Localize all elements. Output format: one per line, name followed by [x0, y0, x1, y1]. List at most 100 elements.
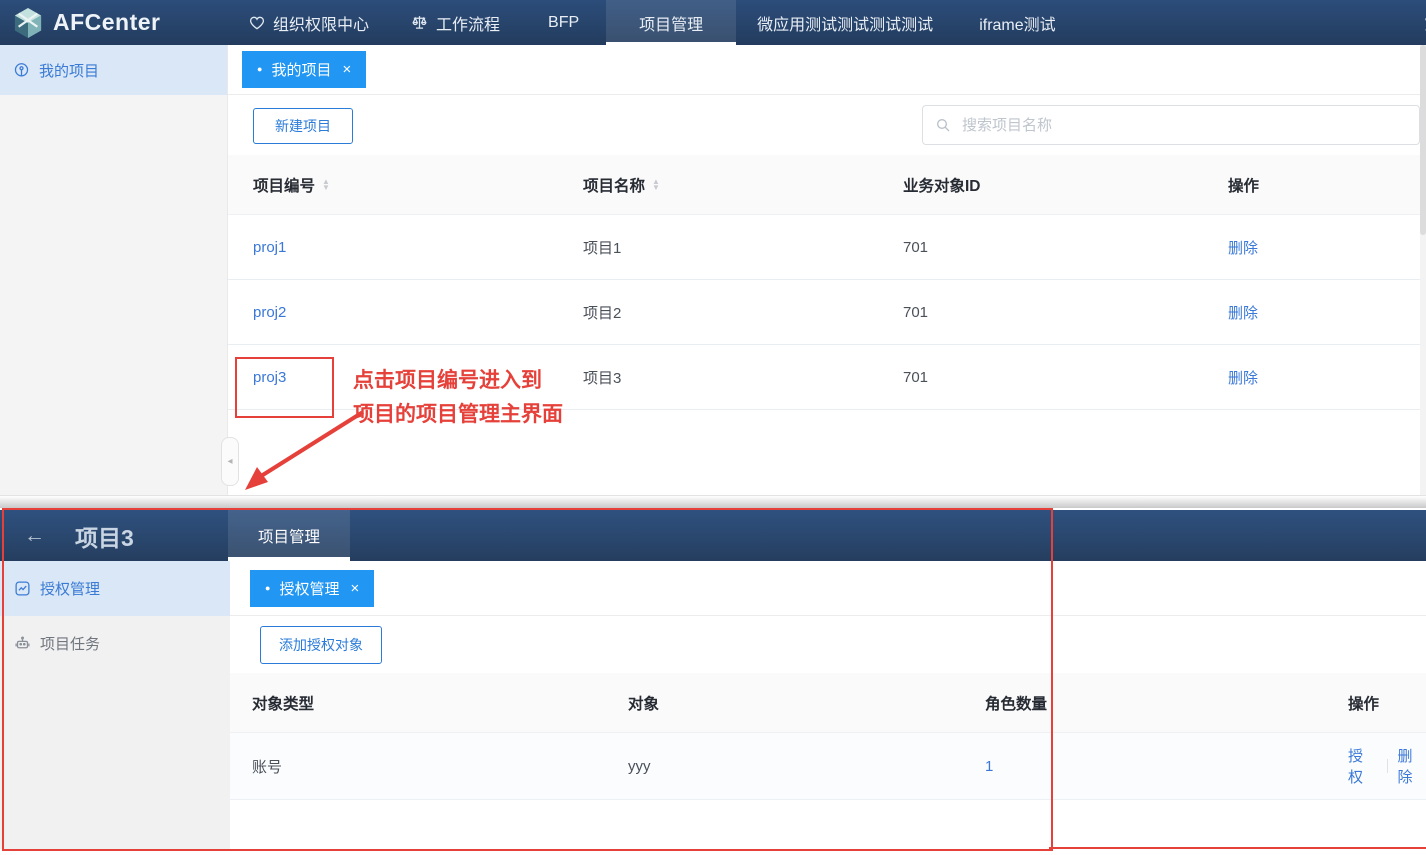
business-object-id-cell: 701	[903, 369, 1228, 386]
annotation-text: 点击项目编号进入到 项目的项目管理主界面	[353, 364, 563, 432]
nav-item-label: 工作流程	[436, 11, 500, 35]
chevron-left-icon: ◂	[227, 456, 232, 467]
nav-item-label: 组织权限中心	[273, 11, 369, 35]
object-cell: yyy	[628, 758, 985, 775]
business-object-id-cell: 701	[903, 304, 1228, 321]
sort-desc-icon[interactable]: ▼	[652, 185, 660, 191]
table-row: proj2 项目2 701 删除	[228, 280, 1426, 345]
sidebar-collapse-handle[interactable]: ◂	[221, 437, 239, 486]
delete-link[interactable]: 删除	[1228, 237, 1426, 258]
column-header-actions: 操作	[1348, 692, 1426, 714]
object-type-cell: 账号	[252, 756, 628, 777]
column-header-role-count: 角色数量	[985, 692, 1348, 714]
close-icon[interactable]: ×	[342, 61, 351, 78]
project-navbar: ← 项目3 项目管理	[0, 510, 1426, 561]
column-header-label: 项目编号	[253, 174, 315, 196]
column-header-object-type: 对象类型	[252, 692, 628, 714]
column-header-project-code[interactable]: 项目编号 ▲ ▼	[253, 174, 583, 196]
project-name-cell: 项目1	[583, 237, 903, 258]
column-header-business-object-id: 业务对象ID	[903, 174, 1228, 196]
scale-icon	[411, 14, 428, 31]
sidebar: 我的项目	[0, 45, 228, 495]
column-header-label: 项目名称	[583, 174, 645, 196]
active-dot-icon: ●	[257, 65, 262, 74]
project-detail-panel: ← 项目3 项目管理 授权管理 项目任务	[0, 507, 1426, 855]
search-box[interactable]	[922, 105, 1420, 145]
tab-label: 我的项目	[271, 59, 331, 80]
divider	[1387, 759, 1388, 773]
annotation-line1: 点击项目编号进入到	[353, 364, 563, 398]
project-code-link[interactable]: proj1	[253, 239, 583, 256]
nav-item-iframe-test[interactable]: iframe测试	[954, 0, 1080, 45]
robot-icon	[14, 635, 31, 652]
table-header-row: 项目编号 ▲ ▼ 项目名称 ▲ ▼ 业务对象ID 操作	[228, 155, 1426, 215]
nav-item-label: 项目管理	[639, 11, 703, 35]
column-header-actions: 操作	[1228, 174, 1426, 196]
heart-icon	[249, 15, 265, 31]
scrollbar-thumb[interactable]	[1420, 45, 1426, 235]
toolbar: 新建项目	[228, 95, 1426, 155]
close-icon[interactable]: ×	[350, 580, 359, 597]
nav-item-bfp[interactable]: BFP	[521, 0, 606, 45]
nav-item-workflow[interactable]: 工作流程	[390, 0, 521, 45]
sort-desc-icon[interactable]: ▼	[322, 185, 330, 191]
search-icon	[935, 117, 951, 133]
project-main-content: ● 授权管理 × 添加授权对象 对象类型 对象 角色数量 操作 账号 yyy 1…	[230, 561, 1426, 849]
sidebar-item-label: 我的项目	[39, 60, 99, 81]
sidebar-item-project-tasks[interactable]: 项目任务	[0, 616, 230, 671]
nav-item-label: 微应用测试测试测试测试	[757, 11, 933, 35]
top-menu: 组织权限中心 工作流程 BFP 项目管理 微应用测试测试测试测试 iframe测…	[228, 0, 1081, 45]
horizontal-scrollbar[interactable]	[0, 495, 1426, 508]
chart-icon	[14, 580, 31, 597]
column-header-label: 业务对象ID	[903, 174, 981, 196]
nav-tab-project-management[interactable]: 项目管理	[228, 510, 350, 561]
sort-icon[interactable]: ▲ ▼	[322, 179, 330, 191]
search-input[interactable]	[960, 116, 1407, 135]
annotation-line2: 项目的项目管理主界面	[353, 398, 563, 432]
delete-link[interactable]: 删除	[1397, 745, 1426, 787]
nav-item-microapp-test[interactable]: 微应用测试测试测试测试	[736, 0, 954, 45]
sidebar-item-my-projects[interactable]: 我的项目	[0, 45, 227, 95]
tab-label: 授权管理	[279, 578, 339, 599]
tab-my-projects[interactable]: ● 我的项目 ×	[242, 51, 366, 88]
nav-item-label: BFP	[548, 14, 579, 32]
project-code-link[interactable]: proj2	[253, 304, 583, 321]
project-name-cell: 项目3	[583, 367, 903, 388]
tab-authorization[interactable]: ● 授权管理 ×	[250, 570, 374, 607]
app-logo[interactable]: AFCenter	[0, 0, 228, 45]
business-object-id-cell: 701	[903, 239, 1228, 256]
nav-item-org-permission-center[interactable]: 组织权限中心	[228, 0, 390, 45]
afcenter-logo-icon	[13, 7, 43, 39]
top-navbar: AFCenter 组织权限中心 工作流程 BFP 项目管理	[0, 0, 1426, 45]
project-sidebar: 授权管理 项目任务	[0, 561, 230, 849]
active-dot-icon: ●	[265, 584, 270, 593]
nav-item-label: iframe测试	[979, 11, 1055, 35]
table-row: 账号 yyy 1 授权 删除	[230, 733, 1426, 800]
sidebar-item-label: 项目任务	[40, 633, 100, 654]
column-header-project-name[interactable]: 项目名称 ▲ ▼	[583, 174, 903, 196]
sidebar-item-authorization[interactable]: 授权管理	[0, 561, 230, 616]
table-header-row: 对象类型 对象 角色数量 操作	[230, 673, 1426, 733]
project-title: 项目3	[75, 519, 134, 553]
table-row: proj1 项目1 701 删除	[228, 215, 1426, 280]
nav-item-project-management[interactable]: 项目管理	[606, 0, 736, 45]
vertical-scrollbar[interactable]	[1420, 45, 1426, 495]
column-header-label: 操作	[1228, 174, 1259, 196]
sidebar-item-label: 授权管理	[40, 578, 100, 599]
broadcast-icon	[13, 62, 30, 79]
app-title: AFCenter	[53, 9, 161, 36]
page-tabbar: ● 我的项目 ×	[228, 45, 1426, 95]
row-actions: 授权 删除	[1348, 745, 1426, 787]
project-name-cell: 项目2	[583, 302, 903, 323]
new-project-button[interactable]: 新建项目	[253, 108, 353, 144]
role-count-link[interactable]: 1	[985, 758, 1348, 775]
project-tabbar: ● 授权管理 ×	[230, 561, 1426, 616]
back-arrow-icon[interactable]: ←	[24, 524, 45, 548]
add-authorization-button[interactable]: 添加授权对象	[260, 626, 382, 664]
sort-icon[interactable]: ▲ ▼	[652, 179, 660, 191]
column-header-object: 对象	[628, 692, 985, 714]
delete-link[interactable]: 删除	[1228, 302, 1426, 323]
project-navbar-left: ← 项目3	[0, 510, 228, 561]
authorize-link[interactable]: 授权	[1348, 745, 1377, 787]
delete-link[interactable]: 删除	[1228, 367, 1426, 388]
